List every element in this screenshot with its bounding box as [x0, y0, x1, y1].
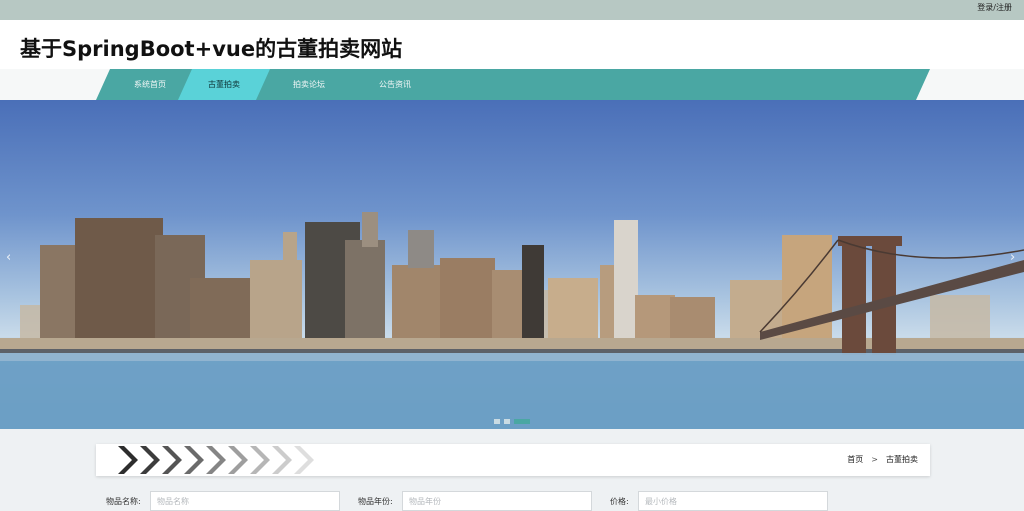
breadcrumb-current: 古董拍卖	[886, 455, 918, 464]
nav-item-home[interactable]: 系统首页	[110, 69, 190, 100]
nav-item-announcements[interactable]: 公告资讯	[354, 69, 436, 100]
carousel-dot-2[interactable]	[504, 419, 510, 424]
breadcrumb-home[interactable]: 首页	[847, 455, 863, 464]
breadcrumb-bar: 首页 > 古董拍卖	[96, 444, 930, 476]
item-name-label: 物品名称:	[106, 497, 141, 506]
city-skyline-image	[0, 212, 1024, 429]
breadcrumb-separator: >	[871, 455, 878, 464]
item-age-label: 物品年份:	[358, 497, 393, 506]
nav-item-antique-auction[interactable]: 古董拍卖	[178, 69, 270, 100]
chevron-left-icon[interactable]: ‹	[6, 250, 11, 265]
site-header: 基于SpringBoot+vue的古董拍卖网站	[0, 20, 1024, 70]
search-form: 物品名称: 物品年份: 价格:	[0, 486, 1024, 511]
carousel-dot-3[interactable]	[514, 419, 530, 424]
breadcrumb: 首页 > 古董拍卖	[847, 454, 918, 465]
item-age-input[interactable]	[402, 491, 592, 511]
min-price-input[interactable]	[638, 491, 828, 511]
main-nav: 系统首页 古董拍卖 拍卖论坛 公告资讯	[96, 69, 930, 100]
chevron-right-icon[interactable]: ›	[1010, 250, 1015, 265]
chevron-decoration-icon	[118, 446, 314, 474]
login-register-link[interactable]: 登录/注册	[977, 2, 1012, 13]
banner-carousel: ‹ ›	[0, 100, 1024, 429]
top-bar: 登录/注册	[0, 0, 1024, 20]
item-name-input[interactable]	[150, 491, 340, 511]
carousel-dot-1[interactable]	[494, 419, 500, 424]
site-title: 基于SpringBoot+vue的古董拍卖网站	[20, 37, 403, 61]
nav-band: 系统首页 古董拍卖 拍卖论坛 公告资讯	[0, 69, 1024, 100]
nav-item-auction-forum[interactable]: 拍卖论坛	[268, 69, 350, 100]
price-label: 价格:	[610, 497, 629, 506]
